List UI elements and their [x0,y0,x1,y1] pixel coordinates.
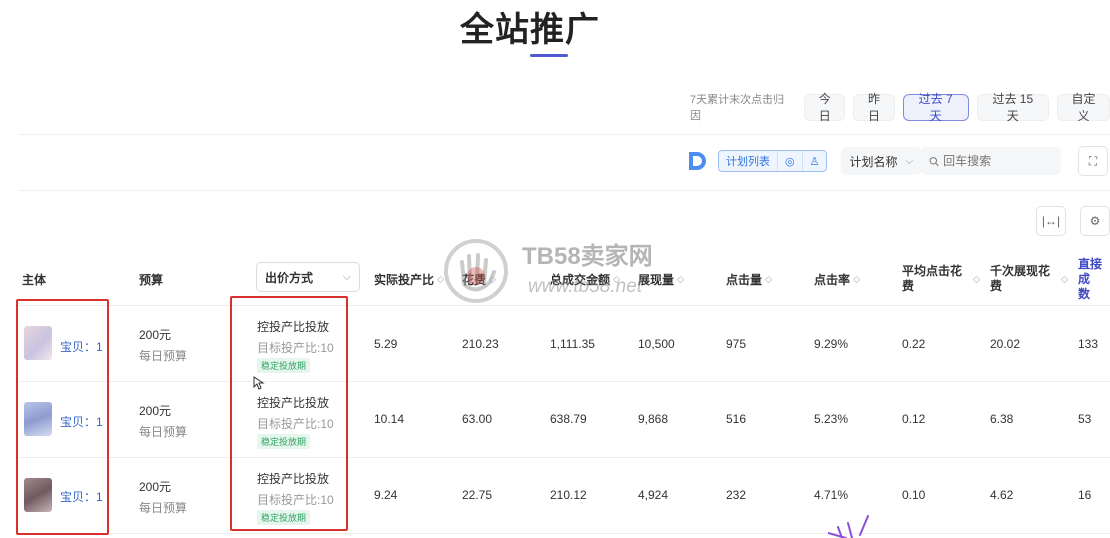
avg-cpc-cell: 0.22 [902,337,926,351]
header-subject: 主体 [22,272,47,287]
column-fit-icon[interactable]: |↔| [1036,206,1066,236]
actual-roi-cell: 5.29 [374,337,398,351]
header-ctr[interactable]: 点击率 ◇ [814,252,860,306]
header-impressions[interactable]: 展现量 ◇ [638,252,684,306]
annotation-scribble-icon [828,515,869,538]
actual-roi-cell: 10.14 [374,412,405,426]
ctr-cell: 9.29% [814,337,849,351]
impressions-cell: 9,868 [638,412,669,426]
highlight-box-bid [230,296,348,531]
budget-cell: 200元 每日预算 [139,328,188,363]
cpm-cell: 4.62 [990,488,1014,502]
settings-gear-icon[interactable]: ⚙ [1080,206,1110,236]
filter-field-label: 计划名称 [849,154,898,169]
mouse-cursor-icon [253,376,265,390]
header-actual-roi[interactable]: 实际投产比 ◇ [374,252,444,306]
filter-field-select[interactable]: 计划名称 ⌵ [841,147,922,175]
search-icon [929,156,939,166]
budget-cell: 200元 每日预算 [139,480,188,515]
header-budget: 预算 [139,272,164,287]
actual-roi-cell: 9.24 [374,488,398,502]
ctr-cell: 4.71% [814,488,849,502]
date-last-15-days-button[interactable]: 过去 15 天 [976,92,1050,123]
header-avg-cpc[interactable]: 平均点击花费 ◇ [902,252,980,306]
page-title: 全站推广 [460,11,600,49]
avg-cpc-cell: 0.12 [902,412,926,426]
table-row: 宝贝：1 200元 每日预算 控投产比投放 目标投产比:10 稳定投放期 5.29 2… [18,306,1110,382]
date-yesterday-button[interactable]: 昨日 [853,92,895,123]
avg-cpc-cell: 0.10 [902,488,926,502]
title-underline [530,54,568,57]
user-icon[interactable]: ♙ [803,151,827,171]
impressions-cell: 4,924 [638,488,669,502]
header-direct[interactable]: 直接成数 [1078,252,1110,306]
spend-cell: 63.00 [462,412,493,426]
spend-cell: 210.23 [462,337,499,351]
table-row: 宝贝：1 200元 每日预算 控投产比投放 目标投产比:10 稳定投放期 9.24 2… [18,458,1110,534]
section-divider [18,134,1110,135]
chevron-down-icon: ⌵ [342,270,351,283]
cpm-cell: 20.02 [990,337,1021,351]
header-cpm[interactable]: 千次展现花费 ◇ [990,252,1068,306]
table-row: 宝贝：1 200元 每日预算 控投产比投放 目标投产比:10 稳定投放期 10.14 … [18,382,1110,458]
highlight-box-subject [16,299,109,535]
gmv-cell: 210.12 [550,488,587,502]
clicks-cell: 516 [726,412,747,426]
table-header: 主体 预算 实际投产比 ◇ 花费 ◇ 总成交金额 ◇ 展现量 ◇ 点击量 ◇ 点击率 ◇ 平… [18,252,1110,306]
bid-mode-label: 出价方式 [265,270,314,285]
fullscreen-icon[interactable]: ⛶ [1078,146,1108,176]
attribution-note: 7天累计末次点击归因 [690,94,785,122]
clicks-cell: 975 [726,337,747,351]
direct-cell: 53 [1078,412,1092,426]
budget-cell: 200元 每日预算 [139,404,188,439]
toolbar-divider [18,190,1110,191]
direct-cell: 16 [1078,488,1092,502]
header-clicks[interactable]: 点击量 ◇ [726,252,772,306]
cpm-cell: 6.38 [990,412,1014,426]
date-last-7-days-button[interactable]: 过去 7 天 [902,92,969,123]
search-input[interactable] [943,154,1054,168]
bid-mode-select[interactable]: 出价方式 ⌵ [256,262,360,292]
tab-plan-list[interactable]: 计划列表 [719,151,778,171]
clicks-cell: 232 [726,488,747,502]
date-range-bar: 7天累计末次点击归因 今日 昨日 过去 7 天 过去 15 天 自定义 [690,92,1110,123]
gmv-cell: 1,111.35 [550,337,595,351]
impressions-cell: 10,500 [638,337,675,351]
header-gmv[interactable]: 总成交金额 ◇ [550,252,620,306]
view-switcher: 计划列表 ◎ ♙ [718,150,828,172]
search-box [921,147,1062,175]
data-logo-icon [684,148,710,174]
spend-cell: 22.75 [462,488,493,502]
chevron-down-icon: ⌵ [905,155,914,167]
direct-cell: 133 [1078,337,1099,351]
header-spend[interactable]: 花费 ◇ [462,252,496,306]
table-toolbar: 计划列表 ◎ ♙ 计划名称 ⌵ [684,146,1062,176]
date-custom-button[interactable]: 自定义 [1057,92,1110,123]
ctr-cell: 5.23% [814,412,849,426]
gmv-cell: 638.79 [550,412,587,426]
date-today-button[interactable]: 今日 [804,92,846,123]
chat-icon[interactable]: ◎ [778,151,803,171]
